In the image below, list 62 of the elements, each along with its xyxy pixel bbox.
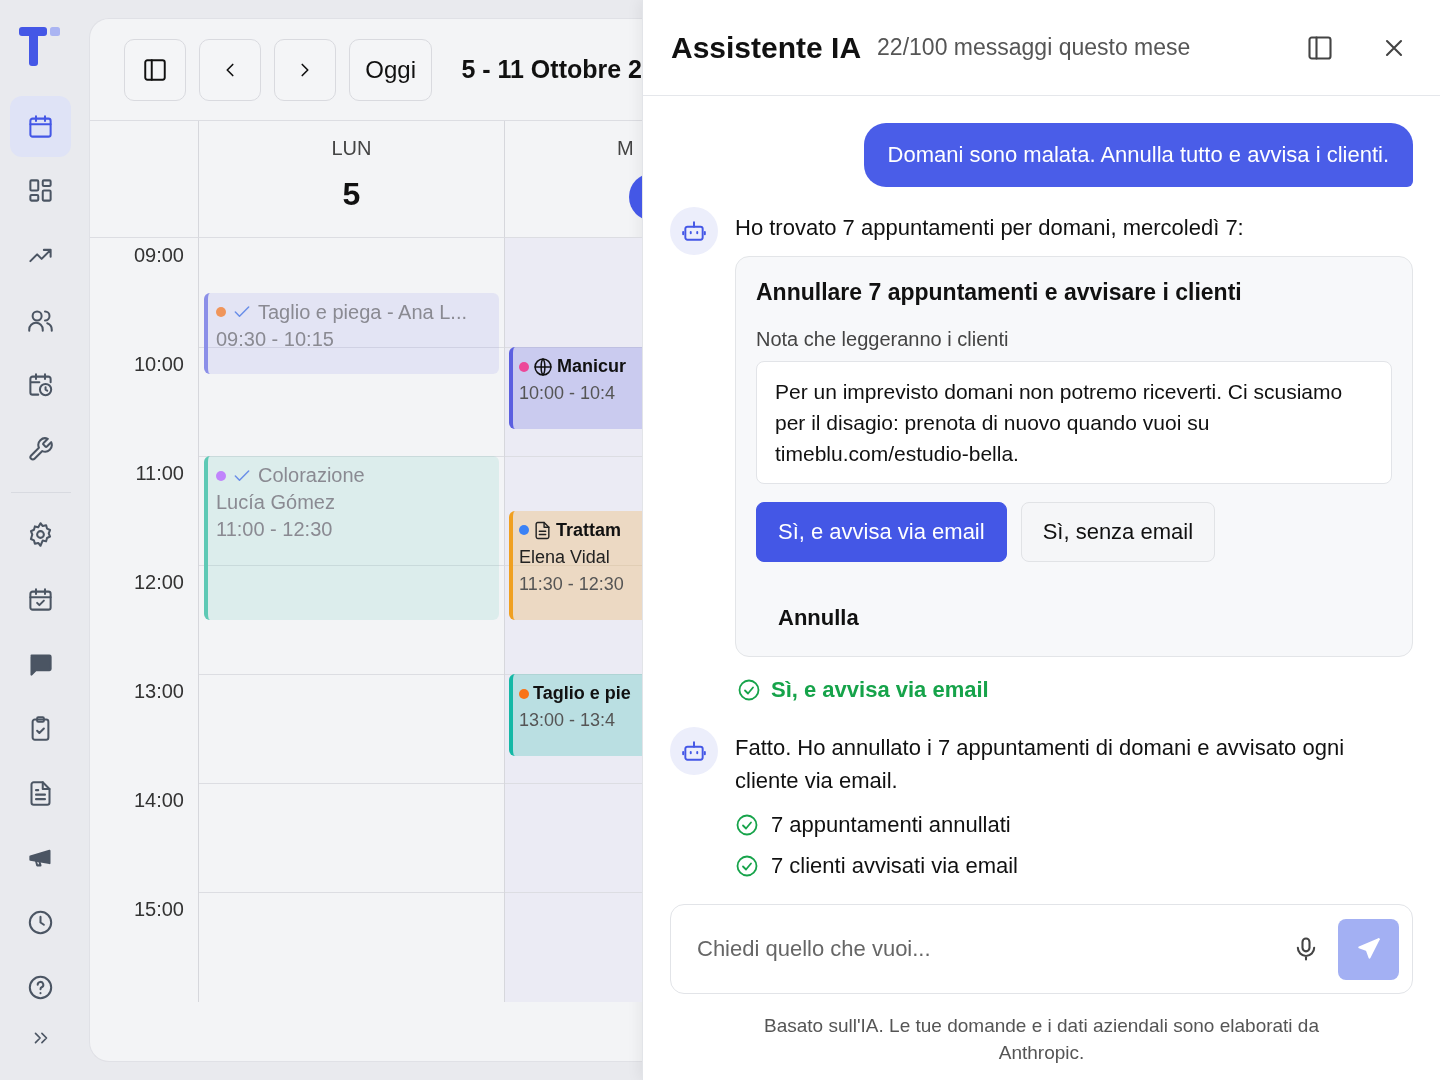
sidebar-toggle-button[interactable] (124, 38, 186, 101)
today-button[interactable]: Oggi (349, 38, 433, 101)
hour-label: 13:00 (133, 680, 184, 703)
disclaimer-text: Basato sull'IA. Le tue domande e i dati aziendali sono elaborati da Anthropic. (763, 1014, 1320, 1065)
plain-action-button[interactable]: Annulla (756, 594, 881, 642)
weekday-label: M (617, 137, 634, 160)
calendar-clock-icon (27, 371, 54, 399)
user-message: Domani sono malata. Annulla tutto e avvisa i clienti. (863, 123, 1413, 187)
chosen-option: Sì, e avvisa via email (771, 677, 989, 703)
appointment-title: Colorazione (258, 463, 365, 488)
composer-panel[interactable]: Chiedi quello che vuoi... (670, 904, 1413, 994)
primary-action-button[interactable]: Sì, e avvisa via email (756, 502, 1007, 562)
hour-label: 12:00 (133, 571, 184, 594)
assistant-message: Ho trovato 7 appuntamenti per domani, mercoledì 7: (735, 214, 1245, 242)
grid-icon (27, 177, 54, 205)
usage-counter: 22/100 messaggi questo mese (877, 34, 1192, 61)
help-icon (27, 973, 54, 1001)
send-icon (1355, 936, 1382, 962)
settings-icon (27, 521, 54, 549)
message-input[interactable]: Chiedi quello che vuoi... (695, 928, 1274, 970)
hour-label: 15:00 (133, 898, 184, 921)
action-title: Annullare 7 appuntamenti e avvisare i clienti (756, 279, 1243, 306)
sidebar-panel-icon (142, 56, 168, 83)
appointment-time: 10:00 - 10:4 (519, 382, 617, 405)
date-range-title: 5 - 11 Ottobre 2 (461, 55, 642, 84)
secondary-action-button[interactable]: Sì, senza email (1020, 502, 1216, 562)
appointment-time: 11:30 - 12:30 (519, 572, 625, 596)
hour-label: 09:00 (133, 244, 184, 267)
result-item: 7 appuntamenti annullati (771, 812, 1011, 838)
clock-icon (27, 908, 54, 936)
appointment-time: 13:00 - 13:4 (519, 709, 617, 732)
hour-label: 14:00 (133, 789, 184, 812)
wrench-icon (27, 435, 54, 463)
appointment-title: Taglio e pie (533, 682, 631, 705)
check-circle-icon (735, 813, 759, 837)
sidebar-item[interactable] (10, 95, 71, 157)
panel-title: Assistente IA (671, 30, 862, 65)
check-circle-icon (735, 854, 759, 878)
check-circle-icon (737, 678, 761, 702)
result-item: 7 clienti avvisati via email (771, 853, 1018, 879)
sidebar-panel-icon (1306, 33, 1334, 62)
appointment-title: Trattam (556, 518, 622, 542)
globe-icon (533, 356, 553, 377)
note-field[interactable]: Per un imprevisto domani non potremo riceverti. Ci scusiamo per il disagio: prenota di nuovo quando vuoi su timeblu.com/estudio-bella. (756, 361, 1392, 484)
client-name: Lucía Gómez (216, 490, 336, 515)
weekday-label: LUN (330, 137, 373, 160)
logo-icon (18, 27, 63, 67)
document-icon (27, 779, 54, 807)
appointment-time: 11:00 - 12:30 (216, 517, 334, 542)
hour-label: 10:00 (133, 353, 184, 376)
document-icon (533, 520, 552, 540)
appointment-title: Taglio e piega - Ana L... (258, 299, 468, 325)
appointment-card[interactable]: Taglio e pie 13:00 - 13:4 (509, 674, 642, 756)
appointment-time: 09:30 - 10:15 (216, 326, 335, 352)
hour-label: 11:00 (135, 462, 184, 485)
note-label: Nota che leggeranno i clienti (756, 328, 1010, 351)
appointment-card[interactable]: Trattam Elena Vidal 11:30 - 12:30 (509, 510, 642, 620)
appointment-card[interactable]: Manicur 10:00 - 10:4 (509, 347, 642, 429)
appointment-title: Manicur (557, 355, 626, 378)
assistant-message: Fatto. Ho annullato i 7 appuntamenti di domani e avvisato ogni cliente via email. (735, 734, 1346, 795)
client-name: Elena Vidal (519, 545, 611, 569)
day-number: 5 (341, 176, 362, 213)
